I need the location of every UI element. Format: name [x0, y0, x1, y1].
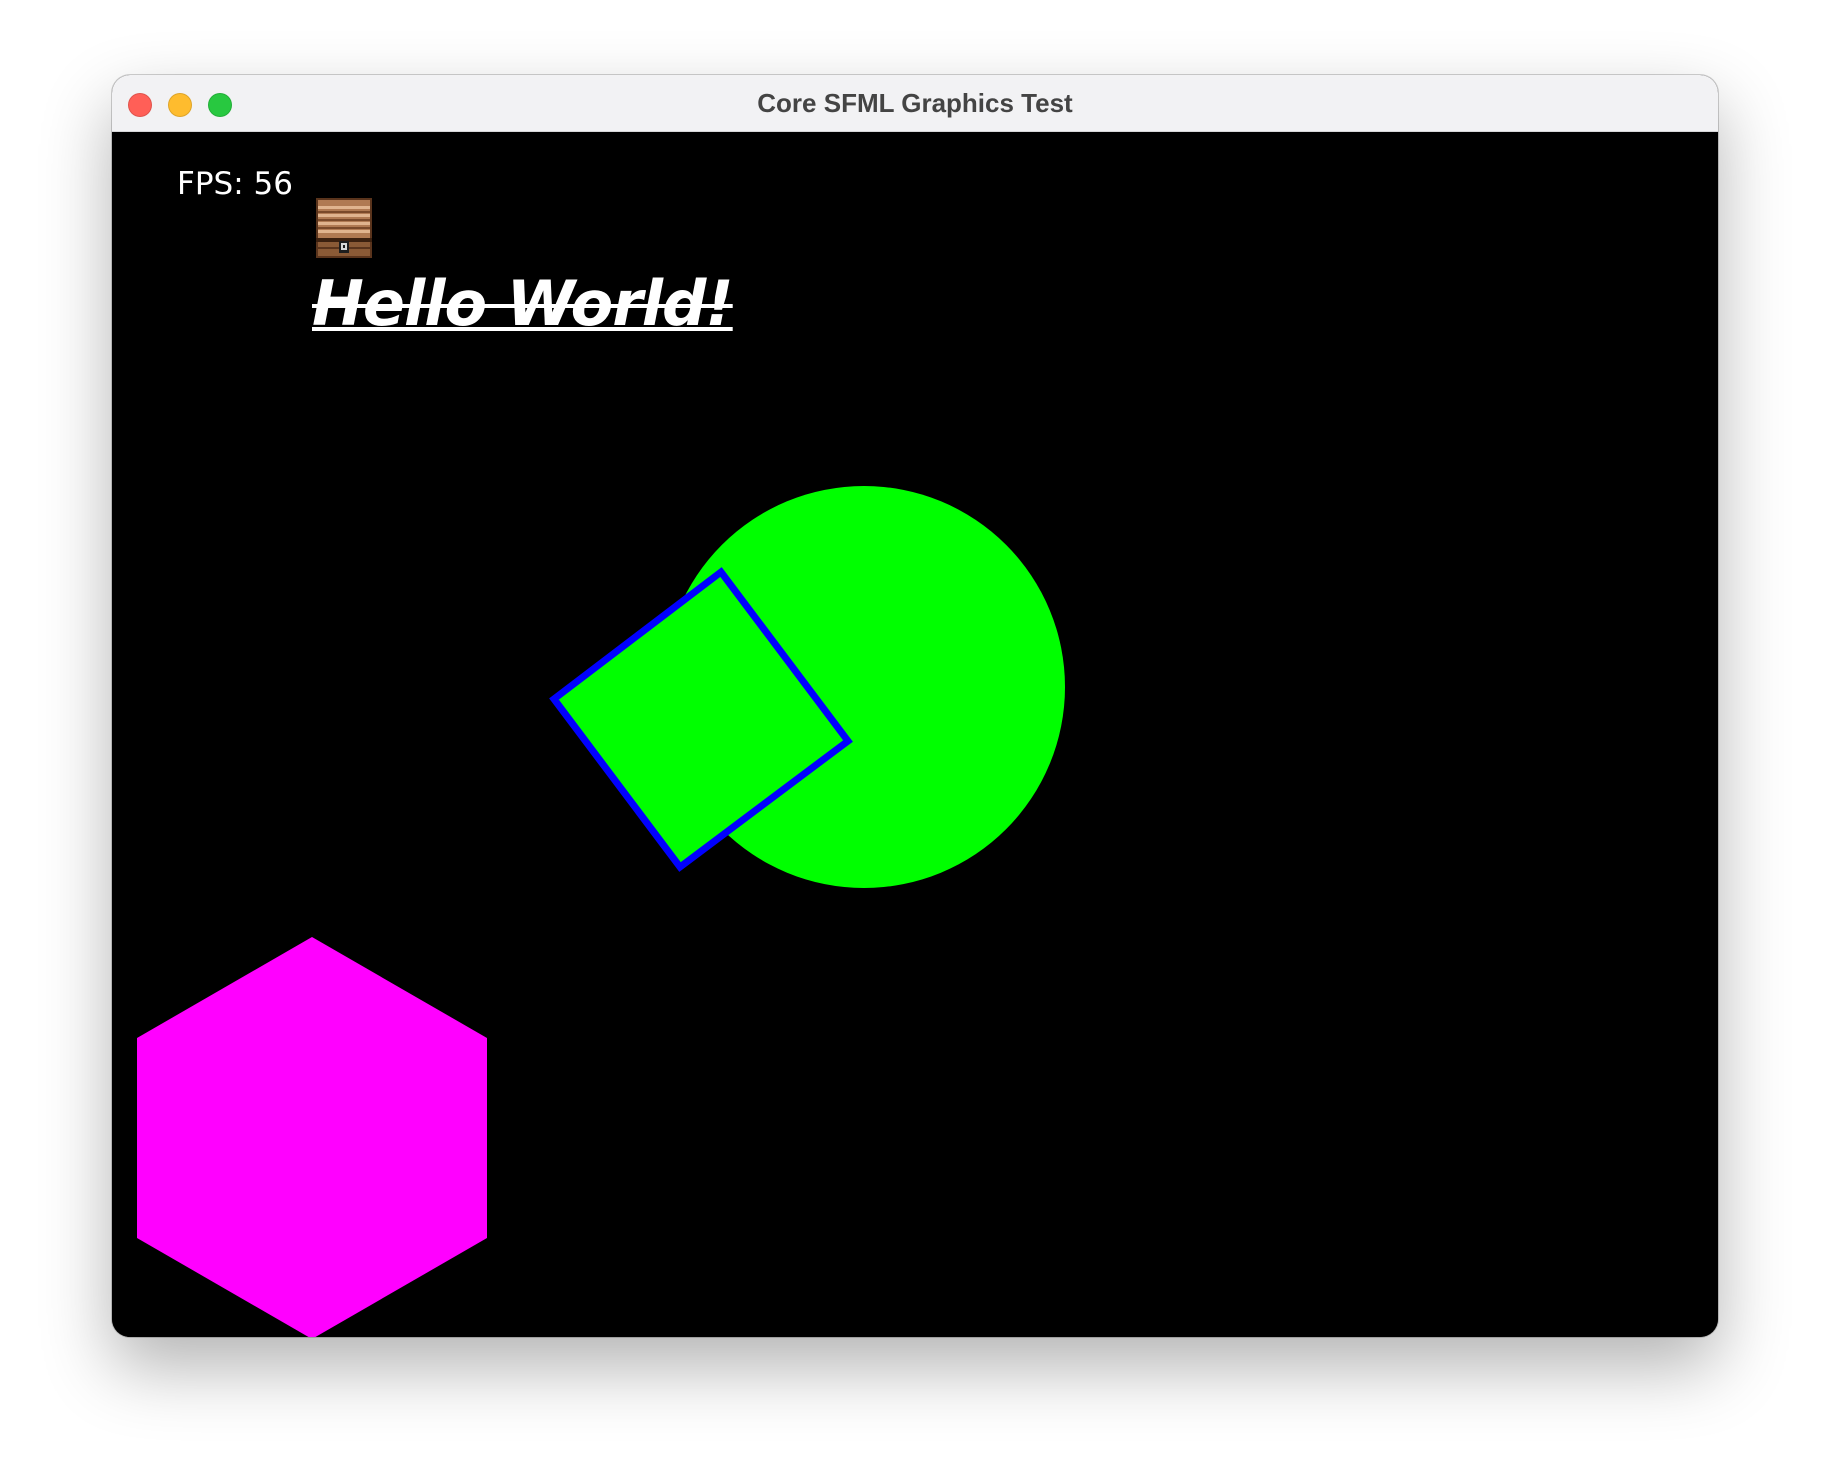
fps-counter: FPS: 56	[177, 166, 293, 202]
window-title: Core SFML Graphics Test	[757, 88, 1073, 118]
magenta-hexagon	[137, 937, 487, 1337]
hello-world-text: Hello World!	[312, 267, 734, 340]
title-bar[interactable]: Core SFML Graphics Test	[112, 75, 1718, 132]
render-canvas[interactable]: FPS: 56 Hello World!	[112, 132, 1718, 1337]
app-window: Core SFML Graphics Test FPS: 56 Hello Wo…	[112, 75, 1718, 1337]
desktop: Core SFML Graphics Test FPS: 56 Hello Wo…	[0, 0, 1824, 1480]
treasure-chest-icon	[316, 198, 372, 258]
